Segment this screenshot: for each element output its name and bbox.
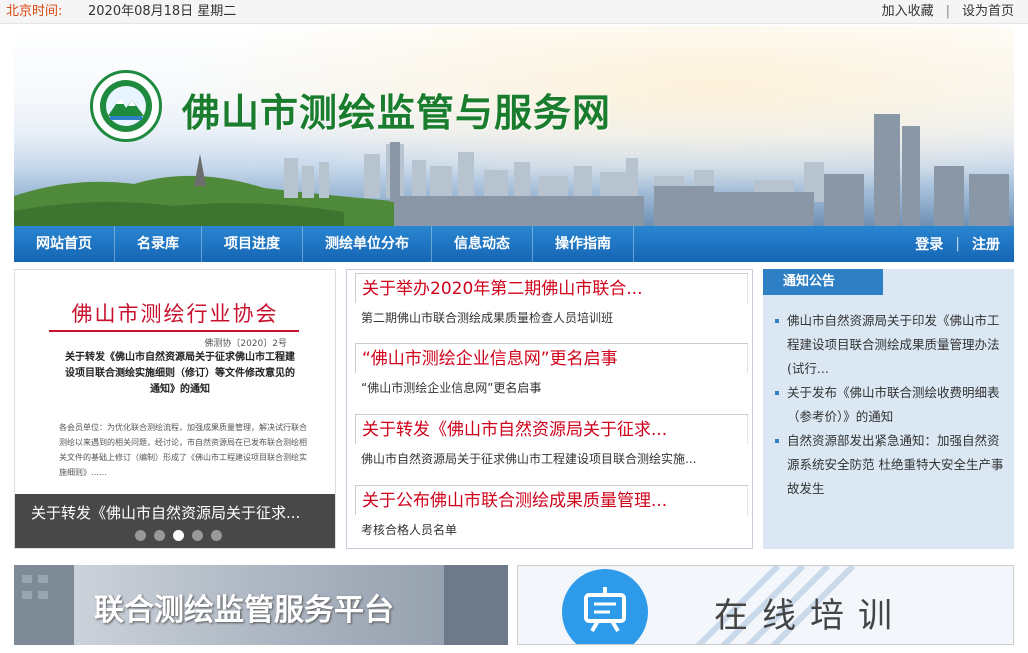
list-item[interactable]: 关于公布佛山市联合测绘成果质量管理... 考核合格人员名单: [355, 485, 748, 538]
doc-body: 各会员单位：为优化联合测绘流程，加强成果质量管理，解决试行联合测绘以来遇到的相关…: [59, 423, 307, 477]
nav-guide[interactable]: 操作指南: [533, 226, 634, 262]
news-title[interactable]: 关于公布佛山市联合测绘成果质量管理...: [355, 485, 748, 515]
nav-project-progress[interactable]: 项目进度: [202, 226, 303, 262]
notice-item[interactable]: 自然资源部发出紧急通知：加强自然资源系统安全防范 杜绝重特大安全生产事故发生: [775, 429, 1004, 501]
bureau-logo: [90, 70, 162, 142]
site-banner: 佛山市测绘监管与服务网: [14, 26, 1014, 226]
slider-dot[interactable]: [192, 530, 203, 541]
training-circle: [562, 569, 648, 644]
news-title[interactable]: “佛山市测绘企业信息网”更名启事: [355, 343, 748, 373]
doc-title: 关于转发《佛山市自然资源局关于征求佛山市工程建设项目联合测绘实施细则（修订）等文…: [65, 352, 295, 395]
news-title[interactable]: 关于转发《佛山市自然资源局关于征求...: [355, 414, 748, 444]
notice-item[interactable]: 佛山市自然资源局关于印发《佛山市工程建设项目联合测绘成果质量管理办法(试行...: [775, 309, 1004, 381]
doc-red-line: [49, 330, 299, 332]
list-item[interactable]: “佛山市测绘企业信息网”更名启事 “佛山市测绘企业信息网”更名启事: [355, 343, 748, 396]
platform-label: 联合测绘监管服务平台: [94, 593, 394, 628]
news-summary: 第二期佛山市联合测绘成果质量检查人员培训班: [361, 311, 614, 325]
presentation-board-icon: [584, 587, 626, 633]
news-summary: “佛山市测绘企业信息网”更名启事: [361, 381, 542, 395]
slider-dot[interactable]: [154, 530, 165, 541]
list-item[interactable]: 关于举办2020年第二期佛山市联合... 第二期佛山市联合测绘成果质量检查人员培…: [355, 273, 748, 326]
notice-panel: 通知公告 佛山市自然资源局关于印发《佛山市工程建设项目联合测绘成果质量管理办法(…: [763, 269, 1014, 549]
notice-item[interactable]: 关于发布《佛山市联合测绘收费明细表（参考价）》的通知: [775, 381, 1004, 429]
set-homepage-link[interactable]: 设为首页: [962, 0, 1014, 24]
training-label: 在线培训: [714, 596, 906, 636]
current-date: 2020年08月18日 星期二: [88, 4, 237, 19]
list-item[interactable]: 关于转发《佛山市自然资源局关于征求... 佛山市自然资源局关于征求佛山市工程建设…: [355, 414, 748, 467]
doc-number: 佛测协〔2020〕2号: [204, 339, 287, 349]
time-label: 北京时间:: [6, 4, 63, 19]
platform-banner[interactable]: 联合测绘监管服务平台: [14, 565, 508, 645]
add-favorite-link[interactable]: 加入收藏: [882, 0, 934, 24]
slider-dot[interactable]: [135, 530, 146, 541]
nav-directory[interactable]: 名录库: [115, 226, 202, 262]
slider-dot[interactable]: [211, 530, 222, 541]
main-nav: 网站首页 名录库 项目进度 测绘单位分布 信息动态 操作指南 登录 | 注册: [14, 226, 1014, 262]
register-link[interactable]: 注册: [972, 234, 1000, 254]
doc-header: 佛山市测绘行业协会: [71, 302, 279, 326]
auth-separator: |: [955, 236, 960, 252]
mountain-emblem-icon: [100, 80, 152, 132]
news-slider[interactable]: 佛山市测绘行业协会 佛测协〔2020〕2号 关于转发《佛山市自然资源局关于征求佛…: [14, 269, 336, 549]
news-summary: 佛山市自然资源局关于征求佛山市工程建设项目联合测绘实施...: [361, 452, 697, 466]
slider-dots: [135, 530, 222, 541]
notice-heading: 通知公告: [763, 269, 883, 295]
nav-home[interactable]: 网站首页: [14, 226, 115, 262]
news-title[interactable]: 关于举办2020年第二期佛山市联合...: [355, 273, 748, 303]
login-link[interactable]: 登录: [915, 234, 943, 254]
site-title: 佛山市测绘监管与服务网: [182, 91, 612, 135]
nav-unit-distribution[interactable]: 测绘单位分布: [303, 226, 432, 262]
top-bar: 北京时间: 2020年08月18日 星期二 加入收藏 | 设为首页: [0, 0, 1028, 24]
slider-dot-active[interactable]: [173, 530, 184, 541]
training-banner[interactable]: 在线培训: [517, 565, 1014, 645]
top-separator: |: [945, 4, 950, 19]
news-summary: 考核合格人员名单: [361, 523, 458, 537]
news-list: 关于举办2020年第二期佛山市联合... 第二期佛山市联合测绘成果质量检查人员培…: [346, 269, 753, 549]
nav-news[interactable]: 信息动态: [432, 226, 533, 262]
